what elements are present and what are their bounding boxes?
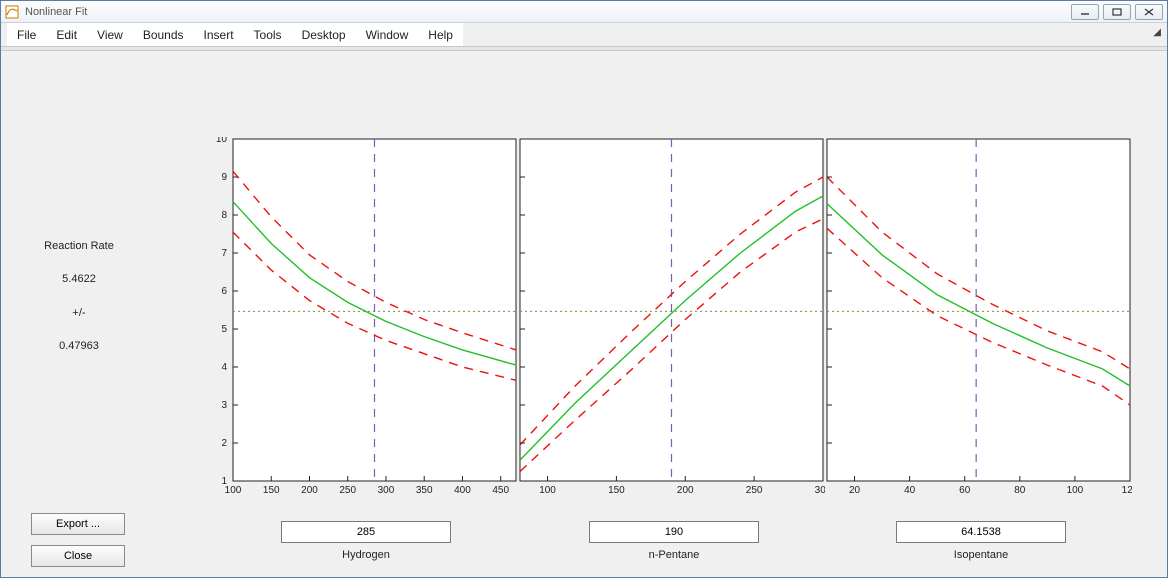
svg-text:250: 250 <box>746 485 763 496</box>
svg-text:40: 40 <box>904 485 916 496</box>
xlabel-npentane: n-Pentane <box>589 549 759 561</box>
menu-file[interactable]: File <box>7 23 46 46</box>
svg-text:300: 300 <box>378 485 395 496</box>
svg-text:100: 100 <box>225 485 242 496</box>
svg-text:20: 20 <box>849 485 861 496</box>
minimize-button[interactable] <box>1071 4 1099 20</box>
menu-bounds[interactable]: Bounds <box>133 23 194 46</box>
close-button[interactable] <box>1135 4 1163 20</box>
close-panel-button[interactable]: Close <box>31 545 125 567</box>
subplot-hydrogen[interactable]: 100 150 200 250 300 350 400 450 1 2 3 4 5 6 7 8 9 10 <box>211 137 518 499</box>
subplot-isopentane[interactable]: 20 40 60 80 100 120 <box>825 137 1132 499</box>
menu-view[interactable]: View <box>87 23 133 46</box>
plot-area: 10015020025030035040045012345678910 1001… <box>211 137 1131 499</box>
svg-text:3: 3 <box>221 400 227 411</box>
svg-text:400: 400 <box>454 485 471 496</box>
summary-error: 0.47963 <box>29 339 129 354</box>
svg-text:80: 80 <box>1014 485 1026 496</box>
summary-label: Reaction Rate <box>29 239 129 254</box>
menu-help[interactable]: Help <box>418 23 463 46</box>
window-buttons <box>1071 4 1163 20</box>
svg-text:450: 450 <box>492 485 509 496</box>
subplot-npentane[interactable]: 100 150 200 250 300 <box>518 137 825 499</box>
svg-text:150: 150 <box>608 485 625 496</box>
xlabel-hydrogen: Hydrogen <box>281 549 451 561</box>
svg-text:250: 250 <box>339 485 356 496</box>
svg-text:100: 100 <box>539 485 556 496</box>
svg-text:6: 6 <box>221 286 227 297</box>
svg-text:200: 200 <box>677 485 694 496</box>
svg-text:2: 2 <box>221 438 227 449</box>
menu-tools[interactable]: Tools <box>244 23 292 46</box>
svg-text:4: 4 <box>221 362 227 373</box>
menu-window[interactable]: Window <box>356 23 419 46</box>
svg-text:1: 1 <box>221 476 227 487</box>
svg-text:60: 60 <box>959 485 971 496</box>
summary-value: 5.4622 <box>29 272 129 287</box>
menu-insert[interactable]: Insert <box>194 23 244 46</box>
svg-text:9: 9 <box>221 172 227 183</box>
app-logo-icon <box>5 5 19 19</box>
input-isopentane[interactable]: 64.1538 <box>896 521 1066 543</box>
svg-text:100: 100 <box>1067 485 1084 496</box>
svg-text:5: 5 <box>221 324 227 335</box>
window-title: Nonlinear Fit <box>25 6 1071 18</box>
input-npentane[interactable]: 190 <box>589 521 759 543</box>
svg-text:8: 8 <box>221 210 227 221</box>
xlabel-isopentane: Isopentane <box>896 549 1066 561</box>
svg-text:7: 7 <box>221 248 227 259</box>
toolbar-dropdown-icon[interactable]: ◢ <box>1153 27 1161 38</box>
svg-text:200: 200 <box>301 485 318 496</box>
app-window: Nonlinear Fit File Edit View Bounds Inse… <box>0 0 1168 578</box>
input-hydrogen[interactable]: 285 <box>281 521 451 543</box>
titlebar: Nonlinear Fit <box>1 1 1167 23</box>
svg-text:350: 350 <box>416 485 433 496</box>
svg-text:120: 120 <box>1122 485 1132 496</box>
svg-text:10: 10 <box>216 137 228 145</box>
maximize-button[interactable] <box>1103 4 1131 20</box>
svg-text:300: 300 <box>815 485 825 496</box>
export-button[interactable]: Export ... <box>31 513 125 535</box>
menu-desktop[interactable]: Desktop <box>292 23 356 46</box>
summary-panel: Reaction Rate 5.4622 +/- 0.47963 <box>29 239 129 373</box>
menu-edit[interactable]: Edit <box>46 23 87 46</box>
svg-text:150: 150 <box>263 485 280 496</box>
summary-pm: +/- <box>29 306 129 321</box>
menubar: File Edit View Bounds Insert Tools Deskt… <box>1 23 1167 47</box>
figure-content: Reaction Rate 5.4622 +/- 0.47963 100 150 2… <box>1 51 1167 577</box>
